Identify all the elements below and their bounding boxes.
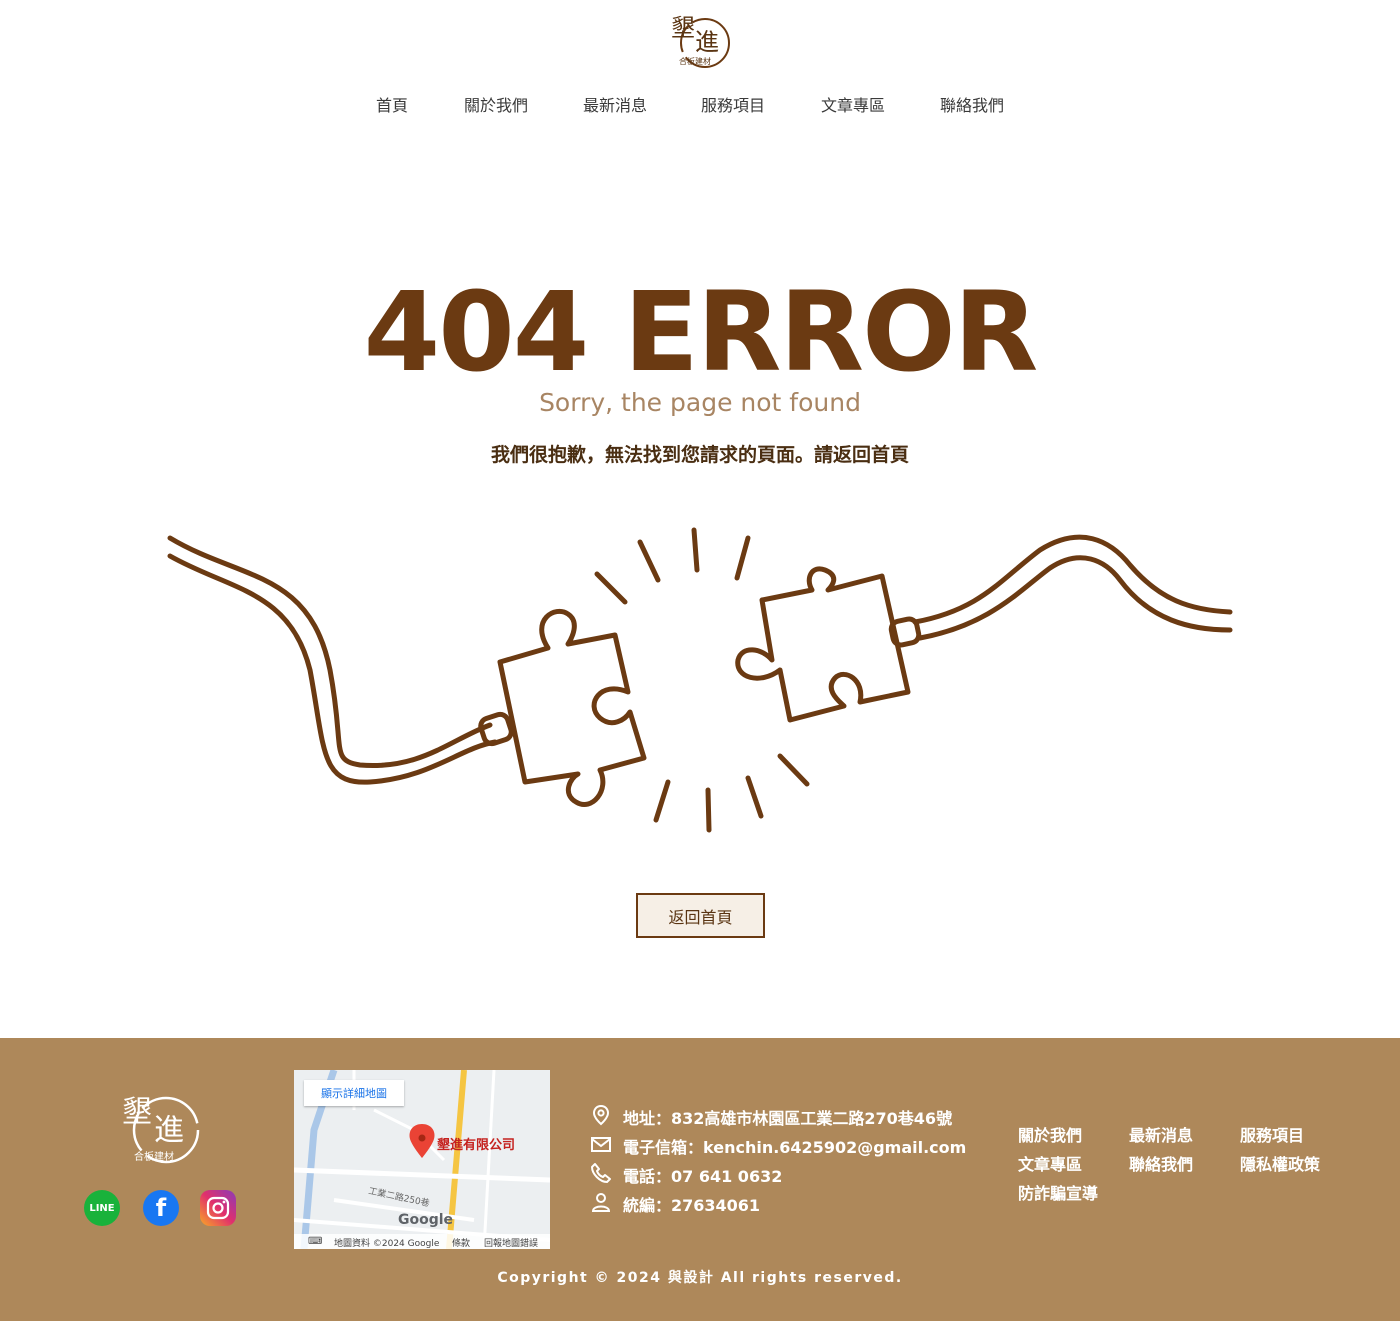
right-cable: [912, 534, 1233, 625]
nav-home[interactable]: 首頁: [376, 92, 408, 116]
brand-logo-icon[interactable]: 墾 進 合板建材: [669, 6, 731, 70]
map-detail-button[interactable]: 顯示詳細地圖: [304, 1080, 404, 1106]
nav-contact[interactable]: 聯絡我們: [940, 92, 1004, 116]
footer-logo-icon[interactable]: 墾 進 合板建材: [120, 1088, 204, 1168]
svg-text:進: 進: [154, 1113, 184, 1148]
person-icon: [591, 1193, 611, 1212]
svg-text:墾: 墾: [122, 1095, 152, 1130]
left-cable: [167, 535, 493, 769]
svg-text:合板建材: 合板建材: [134, 1150, 174, 1163]
map-data-credit: 地圖資料 ©2024 Google: [334, 1239, 440, 1249]
nav-articles[interactable]: 文章專區: [821, 92, 885, 116]
map-attribution-bar: ⌨ 地圖資料 ©2024 Google 條款 回報地圖錯誤: [294, 1234, 550, 1249]
mail-icon: [591, 1137, 611, 1152]
error-message: 我們很抱歉，無法找到您請求的頁面。請返回首頁: [490, 444, 909, 466]
nav-about[interactable]: 關於我們: [464, 92, 528, 116]
left-puzzle-piece: [497, 608, 647, 807]
copyright-text: Copyright © 2024 與設計 All rights reserved…: [497, 1270, 903, 1286]
site-header: 墾 進 合板建材 首頁 關於我們 最新消息 服務項目 文章專區 聯絡我們: [0, 0, 1400, 130]
footer-link-privacy[interactable]: 隱私權政策: [1240, 1151, 1320, 1175]
keyboard-icon[interactable]: ⌨: [308, 1236, 322, 1247]
error-title: 404 ERROR: [363, 268, 1039, 396]
footer-link-anti-fraud[interactable]: 防詐騙宣導: [1018, 1180, 1098, 1204]
footer-link-contact[interactable]: 聯絡我們: [1129, 1151, 1193, 1175]
line-icon[interactable]: LINE: [84, 1190, 120, 1226]
map-place-label: 墾進有限公司: [437, 1138, 516, 1153]
map-terms-link[interactable]: 條款: [452, 1236, 470, 1249]
facebook-icon[interactable]: f: [143, 1190, 179, 1226]
location-pin-icon: [592, 1104, 610, 1126]
svg-text:合板建材: 合板建材: [679, 56, 711, 66]
nav-news[interactable]: 最新消息: [583, 92, 647, 116]
google-map-embed[interactable]: 顯示詳細地圖 墾進有限公司 工業二路250巷 Google ⌨ 地圖資料 ©20…: [294, 1070, 550, 1249]
right-puzzle-piece: [735, 566, 911, 723]
error-subtitle: Sorry, the page not found: [539, 388, 861, 417]
footer-link-services[interactable]: 服務項目: [1240, 1122, 1304, 1146]
phone-icon: [591, 1163, 611, 1183]
map-report-link[interactable]: 回報地圖錯誤: [484, 1236, 538, 1249]
footer-link-articles[interactable]: 文章專區: [1018, 1151, 1082, 1175]
svg-text:進: 進: [695, 28, 719, 56]
main-nav: 首頁 關於我們 最新消息 服務項目 文章專區 聯絡我們: [0, 92, 1400, 116]
nav-services[interactable]: 服務項目: [701, 92, 765, 116]
svg-text:墾: 墾: [671, 14, 695, 42]
back-home-button[interactable]: 返回首頁: [636, 893, 765, 938]
broken-puzzle-cable-illustration: [167, 527, 1233, 833]
footer-link-about[interactable]: 關於我們: [1018, 1122, 1082, 1146]
site-footer: 墾 進 合板建材 LINE f 顯示詳細地圖 墾進有限公司 工業二路250巷 G…: [0, 1038, 1400, 1321]
footer-link-news[interactable]: 最新消息: [1129, 1122, 1193, 1146]
google-logo: Google: [398, 1212, 454, 1228]
instagram-icon[interactable]: [200, 1190, 236, 1226]
